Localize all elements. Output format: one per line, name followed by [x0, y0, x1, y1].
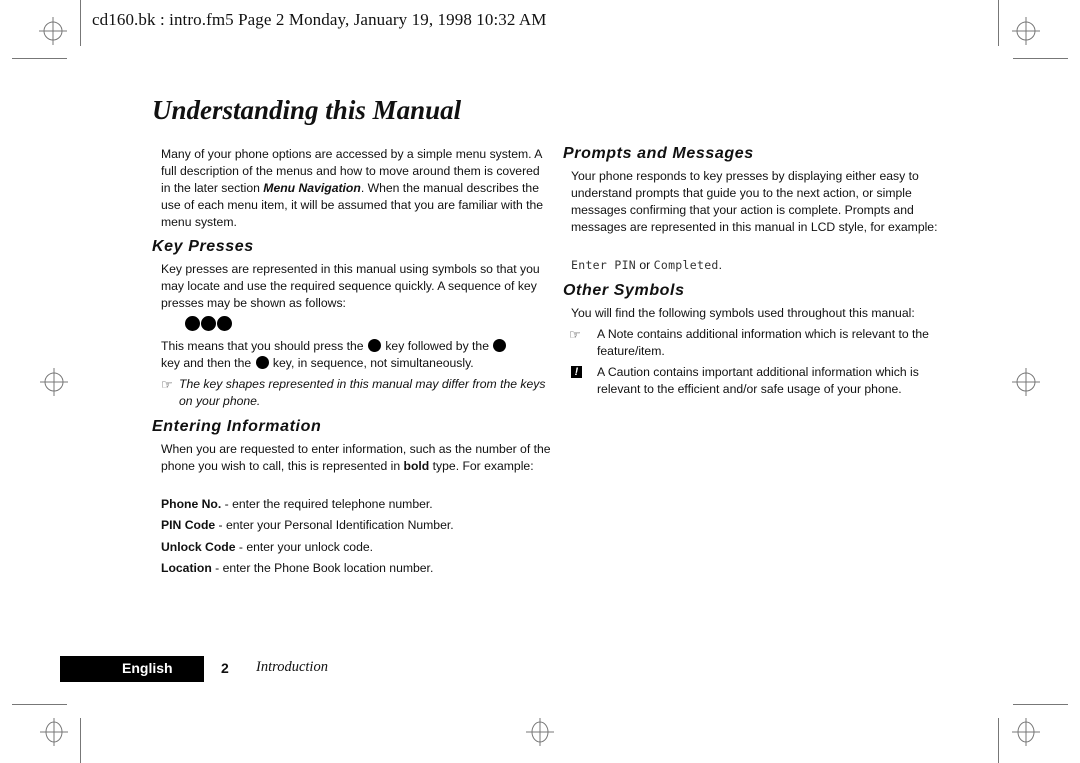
key-sequence — [185, 316, 233, 336]
page-number: 2 — [221, 660, 229, 676]
registration-target-icon — [1012, 718, 1040, 746]
crop-mark — [80, 718, 81, 763]
registration-target-icon — [39, 17, 67, 45]
other-symbols-paragraph: You will find the following symbols used… — [571, 306, 915, 320]
crop-mark — [80, 0, 81, 46]
crop-mark — [1013, 58, 1068, 59]
pointing-hand-icon: ☞ — [569, 327, 581, 342]
intro-paragraph: Many of your phone options are accessed … — [161, 147, 544, 229]
menu-navigation-reference: Menu Navigation — [263, 181, 361, 195]
key-icon — [201, 316, 216, 331]
prompts-and-messages-paragraph: Your phone responds to key presses by di… — [571, 169, 938, 234]
key-presses-paragraph: Key presses are represented in this manu… — [161, 262, 540, 310]
print-header: cd160.bk : intro.fm5 Page 2 Monday, Janu… — [92, 10, 547, 29]
example-item: PIN Code - enter your Personal Identific… — [161, 518, 454, 532]
registration-target-icon — [40, 368, 68, 396]
key-icon — [255, 356, 269, 369]
lcd-message: Completed — [653, 258, 719, 272]
registration-target-icon — [1012, 368, 1040, 396]
prompts-and-messages-heading: Prompts and Messages — [563, 145, 754, 162]
pointing-hand-icon: ☞ — [161, 377, 173, 392]
language-tab: English — [60, 656, 204, 682]
key-icon — [367, 339, 381, 352]
crop-mark — [998, 0, 999, 46]
key-presses-explanation: This means that you should press the key… — [161, 338, 546, 372]
key-shapes-note: ☞ The key shapes represented in this man… — [161, 377, 546, 408]
example-item: Phone No. - enter the required telephone… — [161, 497, 433, 511]
registration-target-icon — [40, 718, 68, 746]
caution-symbol-item: ! A Caution contains important additiona… — [571, 364, 961, 398]
example-item: Location - enter the Phone Book location… — [161, 561, 434, 575]
section-name: Introduction — [256, 659, 328, 675]
lcd-prompt: Enter PIN — [571, 258, 637, 272]
crop-mark — [12, 704, 67, 705]
key-presses-heading: Key Presses — [152, 238, 254, 255]
key-icon — [185, 316, 200, 331]
crop-mark — [1013, 704, 1068, 705]
other-symbols-heading: Other Symbols — [563, 282, 685, 299]
lcd-example: Enter PIN or Completed. — [571, 258, 723, 272]
page-title: Understanding this Manual — [152, 95, 462, 125]
registration-target-icon — [1012, 17, 1040, 45]
crop-mark — [998, 718, 999, 763]
key-icon — [217, 316, 232, 331]
entering-information-heading: Entering Information — [152, 418, 322, 435]
example-item: Unlock Code - enter your unlock code. — [161, 540, 374, 554]
registration-target-icon — [526, 718, 554, 746]
crop-mark — [12, 58, 67, 59]
caution-icon: ! — [571, 366, 582, 378]
entering-information-paragraph: When you are requested to enter informat… — [161, 442, 551, 473]
note-symbol-item: ☞ A Note contains additional information… — [569, 327, 929, 358]
key-icon — [493, 339, 507, 352]
